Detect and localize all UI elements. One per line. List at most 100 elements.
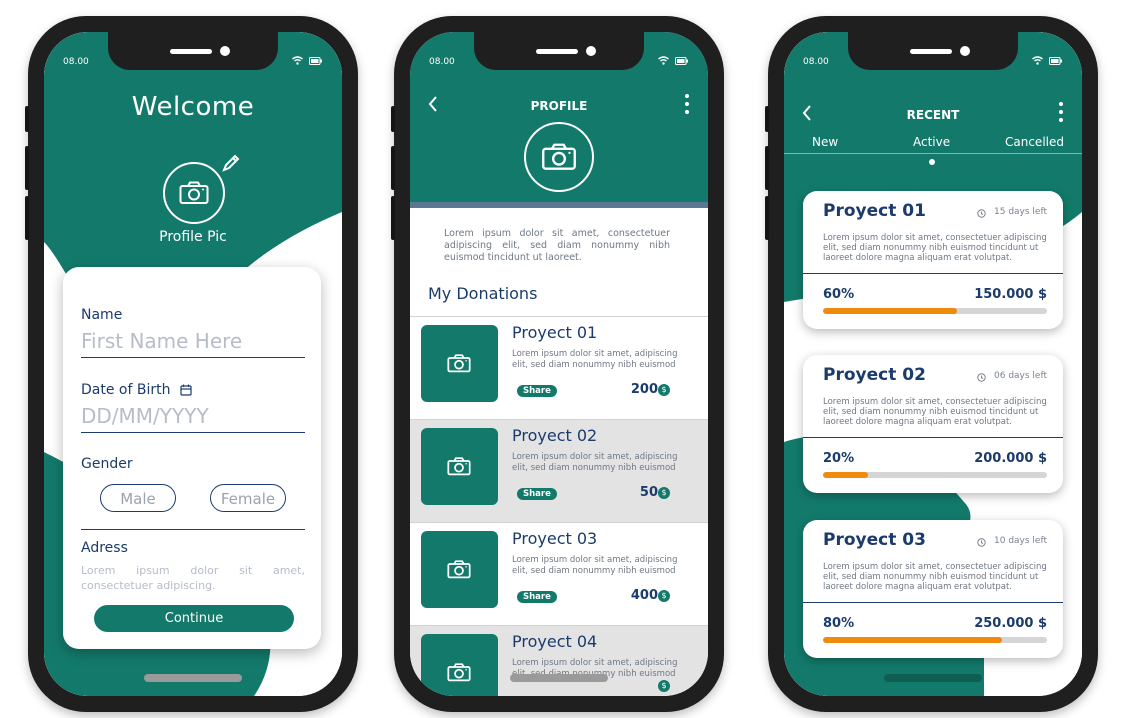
donation-desc: Lorem ipsum dolor sit amet, adipiscing e… [512,555,678,576]
profile-bio: Lorem ipsum dolor sit amet, consectetuer… [444,228,670,263]
dob-underline [81,432,305,433]
project-desc: Lorem ipsum dolor sit amet, consectetuer… [823,562,1047,592]
share-button[interactable]: Share [517,385,557,397]
continue-button[interactable]: Continue [94,605,294,632]
donation-image [421,325,498,402]
phone-profile: 08.00 PROFILE Lorem ipsum dolor sit amet… [391,16,724,712]
tab-active[interactable]: Active [913,135,950,149]
project-card[interactable]: Proyect 01 15 days left Lorem ipsum dolo… [803,191,1063,329]
camera-icon [179,181,209,204]
share-button[interactable]: Share [517,488,557,500]
active-tab-indicator [929,159,935,165]
dollar-coin-icon: $ [658,487,670,499]
clock-icon [977,209,986,218]
donation-item[interactable]: Proyect 01 Lorem ipsum dolor sit amet, a… [410,316,708,419]
project-title: Proyect 03 [823,530,926,550]
project-amount: 150.000 $ [974,287,1047,302]
phone-recent: 08.00 RECENT New Active Cancelled Proyec… [765,16,1098,712]
days-left: 10 days left [994,536,1047,546]
dob-input[interactable]: DD/MM/YYYY [81,404,209,428]
signup-screen: 08.00 Welcome Profile Pic Name First Nam… [44,32,342,696]
project-card[interactable]: Proyect 03 10 days left Lorem ipsum dolo… [803,520,1063,658]
days-left: 06 days left [994,371,1047,381]
profile-pic-button[interactable] [163,162,225,224]
donation-desc: Lorem ipsum dolor sit amet, adipiscing e… [512,349,678,370]
progress-percent: 20% [823,451,855,466]
donation-title: Proyect 04 [512,632,598,651]
profile-pic-label: Profile Pic [159,229,227,245]
tab-cancelled[interactable]: Cancelled [1005,135,1064,149]
battery-icon [675,56,688,65]
phone-notch [108,32,278,70]
donation-image [421,428,498,505]
project-amount: 250.000 $ [974,616,1047,631]
phone-side-button [765,106,769,132]
donation-item[interactable]: Proyect 03 Lorem ipsum dolor sit amet, a… [410,522,708,625]
phone-side-button [25,146,29,190]
gender-underline [81,529,305,530]
days-left: 15 days left [994,207,1047,217]
project-desc: Lorem ipsum dolor sit amet, consectetuer… [823,397,1047,427]
progress-fill [823,308,958,314]
phone-side-button [25,106,29,132]
my-donations-heading: My Donations [428,284,538,303]
donation-desc: Lorem ipsum dolor sit amet, adipiscing e… [512,452,678,473]
profile-photo[interactable] [524,122,594,192]
progress-bar [823,308,1047,314]
progress-percent: 80% [823,616,855,631]
battery-icon [309,56,322,65]
more-options-icon[interactable] [1059,102,1063,126]
address-label: Adress [81,540,128,556]
donation-title: Proyect 02 [512,426,598,445]
battery-icon [1049,56,1062,65]
phone-side-button [765,146,769,190]
welcome-title: Welcome [131,92,255,122]
home-indicator[interactable] [144,674,242,682]
status-tabs: New Active Cancelled [784,135,1082,154]
camera-icon [447,354,471,373]
share-button[interactable]: Share [517,591,557,603]
edit-pencil-icon[interactable] [221,153,241,173]
signup-form-card: Name First Name Here Date of Birth DD/MM… [63,267,321,649]
status-time: 08.00 [429,57,455,67]
donation-amount: 50 [639,485,658,500]
status-icons [1032,56,1062,65]
name-underline [81,357,305,358]
header-stripe [410,202,708,208]
donation-item[interactable]: Proyect 04 Lorem ipsum dolor sit amet, a… [410,625,708,696]
gender-option-female[interactable]: Female [210,484,286,512]
gender-option-male[interactable]: Male [100,484,176,512]
calendar-icon[interactable] [180,384,192,396]
donation-title: Proyect 03 [512,529,598,548]
status-icons [292,56,322,65]
project-title: Proyect 01 [823,201,926,221]
recent-title: RECENT [906,108,960,122]
card-divider [803,437,1063,438]
camera-icon [447,663,471,682]
address-text[interactable]: Lorem ipsum dolor sit amet, consectetuer… [81,563,305,593]
card-divider [803,273,1063,274]
project-amount: 200.000 $ [974,451,1047,466]
home-indicator[interactable] [510,674,608,682]
status-time: 08.00 [803,57,829,67]
progress-percent: 60% [823,287,855,302]
status-time: 08.00 [63,57,89,67]
phone-side-button [391,196,395,240]
home-indicator[interactable] [884,674,982,682]
clock-icon [977,373,986,382]
wifi-icon [658,56,669,65]
status-icons [658,56,688,65]
name-input[interactable]: First Name Here [81,329,242,353]
dollar-coin-icon: $ [658,590,670,602]
phone-signup: 08.00 Welcome Profile Pic Name First Nam… [25,16,358,712]
profile-title: PROFILE [530,99,588,113]
donation-image [421,531,498,608]
wifi-icon [1032,56,1043,65]
project-desc: Lorem ipsum dolor sit amet, consectetuer… [823,233,1047,263]
project-card[interactable]: Proyect 02 06 days left Lorem ipsum dolo… [803,355,1063,493]
tab-new[interactable]: New [812,135,838,149]
donation-item[interactable]: Proyect 02 Lorem ipsum dolor sit amet, a… [410,419,708,522]
card-divider [803,602,1063,603]
more-options-icon[interactable] [685,94,689,118]
phone-notch [848,32,1018,70]
